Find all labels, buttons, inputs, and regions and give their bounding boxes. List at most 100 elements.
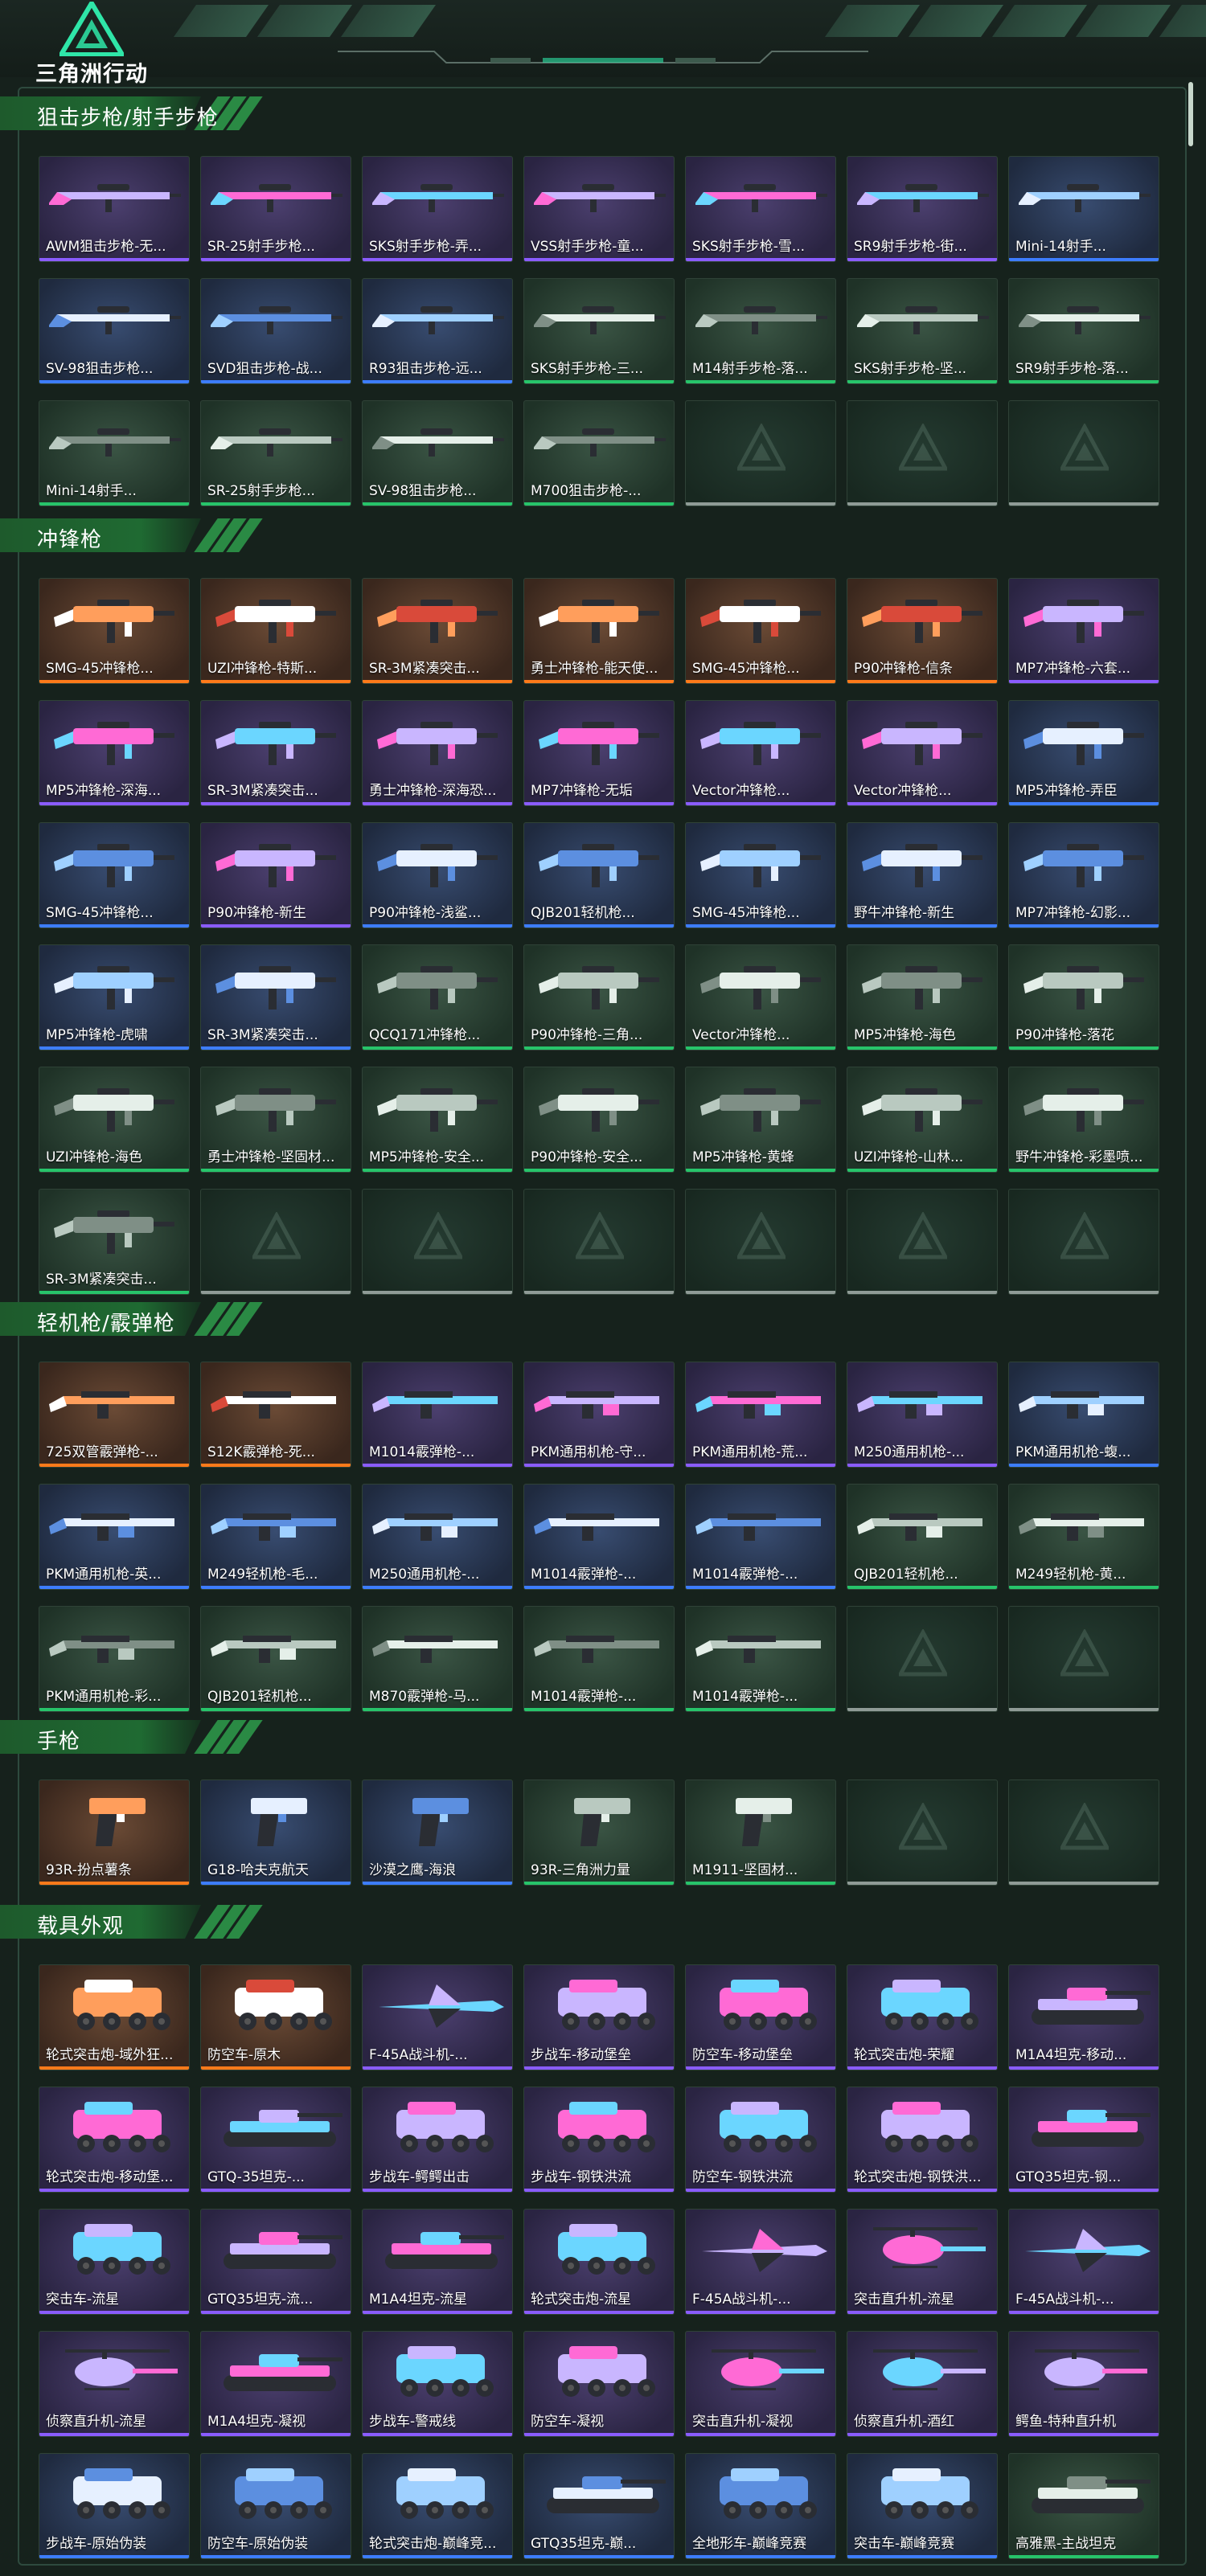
scrollbar[interactable] (1187, 80, 1195, 2564)
skin-card[interactable]: 突击车-流星 (39, 2209, 190, 2315)
skin-card[interactable]: M249轻机枪-毛... (200, 1484, 351, 1590)
skin-card[interactable]: M1A4坦克-移动... (1008, 1964, 1159, 2070)
skin-card[interactable]: 轮式突击炮-移动堡... (39, 2087, 190, 2193)
skin-card[interactable]: 高雅黑-主战坦克 (1008, 2453, 1159, 2559)
skin-card[interactable]: PKM通用机枪-蝮... (1008, 1362, 1159, 1468)
skin-card[interactable]: 轮式突击炮-流星 (523, 2209, 675, 2315)
skin-card[interactable]: F-45A战斗机-... (1008, 2209, 1159, 2315)
skin-card[interactable]: M1014霰弹枪-... (523, 1606, 675, 1712)
skin-card[interactable]: 突击车-巅峰竞赛 (847, 2453, 998, 2559)
skin-card[interactable]: SR9射手步枪-街... (847, 156, 998, 262)
skin-card[interactable]: MP7冲锋枪-幻影... (1008, 822, 1159, 928)
skin-card[interactable]: 防空车-凝视 (523, 2331, 675, 2437)
skin-card[interactable]: MP7冲锋枪-六套... (1008, 578, 1159, 684)
skin-card[interactable]: R93狙击步枪-远... (362, 278, 513, 384)
scrollbar-thumb[interactable] (1188, 82, 1193, 146)
skin-card[interactable]: PKM通用机枪-英... (39, 1484, 190, 1590)
skin-card[interactable]: PKM通用机枪-彩... (39, 1606, 190, 1712)
skin-card[interactable]: 93R-扮点薯条 (39, 1779, 190, 1886)
skin-card[interactable]: SMG-45冲锋枪... (685, 578, 836, 684)
skin-card[interactable]: 勇士冲锋枪-能天使... (523, 578, 675, 684)
skin-card[interactable]: 鳄鱼-特种直升机 (1008, 2331, 1159, 2437)
skin-card[interactable]: 全地形车-巅峰竞赛 (685, 2453, 836, 2559)
skin-card[interactable]: SR-3M紧凑突击... (200, 700, 351, 806)
skin-card[interactable]: P90冲锋枪-新生 (200, 822, 351, 928)
skin-card[interactable]: 93R-三角洲力量 (523, 1779, 675, 1886)
skin-card[interactable]: M1014霰弹枪-... (685, 1484, 836, 1590)
skin-card[interactable]: SV-98狙击步枪... (362, 400, 513, 506)
skin-card[interactable]: 野牛冲锋枪-彩墨喷... (1008, 1067, 1159, 1173)
skin-card[interactable]: M870霰弹枪-马... (362, 1606, 513, 1712)
skin-card[interactable]: 步战车-警戒线 (362, 2331, 513, 2437)
skin-card[interactable]: M700狙击步枪-... (523, 400, 675, 506)
skin-card[interactable]: 防空车-移动堡垒 (685, 1964, 836, 2070)
skin-card[interactable]: S12K霰弹枪-死... (200, 1362, 351, 1468)
skin-card[interactable]: SKS射手步枪-雪... (685, 156, 836, 262)
skin-card[interactable]: 侦察直升机-酒红 (847, 2331, 998, 2437)
skin-card[interactable]: VSS射手步枪-童... (523, 156, 675, 262)
skin-card[interactable]: SKS射手步枪-弄... (362, 156, 513, 262)
skin-card[interactable]: 轮式突击炮-荣耀 (847, 1964, 998, 2070)
skin-card[interactable]: GTQ-35坦克-... (200, 2087, 351, 2193)
skin-card[interactable]: 野牛冲锋枪-新生 (847, 822, 998, 928)
skin-card[interactable]: 勇士冲锋枪-深海恐... (362, 700, 513, 806)
skin-card[interactable]: SR-3M紧凑突击... (39, 1189, 190, 1295)
skin-card[interactable]: M1014霰弹枪-... (523, 1484, 675, 1590)
skin-card[interactable]: P90冲锋枪-浅鲨... (362, 822, 513, 928)
skin-card[interactable]: SV-98狙击步枪... (39, 278, 190, 384)
skin-card[interactable]: G18-哈夫克航天 (200, 1779, 351, 1886)
skin-card[interactable]: UZI冲锋枪-山林... (847, 1067, 998, 1173)
skin-card[interactable]: 侦察直升机-流星 (39, 2331, 190, 2437)
skin-card[interactable]: QJB201轻机枪... (847, 1484, 998, 1590)
skin-card[interactable]: AWM狙击步枪-无... (39, 156, 190, 262)
skin-card[interactable]: SR9射手步枪-落... (1008, 278, 1159, 384)
skin-card[interactable]: F-45A战斗机-... (685, 2209, 836, 2315)
skin-card[interactable]: P90冲锋枪-落花 (1008, 944, 1159, 1050)
skin-card[interactable]: 步战车-原始伪装 (39, 2453, 190, 2559)
skin-card[interactable]: M249轻机枪-黄... (1008, 1484, 1159, 1590)
skin-card[interactable]: QCQ171冲锋枪... (362, 944, 513, 1050)
skin-card[interactable]: Vector冲锋枪... (685, 944, 836, 1050)
skin-card[interactable]: 沙漠之鹰-海浪 (362, 1779, 513, 1886)
skin-card[interactable]: PKM通用机枪-守... (523, 1362, 675, 1468)
skin-card[interactable]: Vector冲锋枪... (685, 700, 836, 806)
skin-card[interactable]: Mini-14射手... (39, 400, 190, 506)
skin-card[interactable]: M1A4坦克-凝视 (200, 2331, 351, 2437)
skin-card[interactable]: P90冲锋枪-信条 (847, 578, 998, 684)
skin-card[interactable]: 突击直升机-流星 (847, 2209, 998, 2315)
skin-card[interactable]: F-45A战斗机-... (362, 1964, 513, 2070)
skin-card[interactable]: 防空车-原木 (200, 1964, 351, 2070)
skin-card[interactable]: SR-25射手步枪... (200, 156, 351, 262)
skin-card[interactable]: MP5冲锋枪-深海... (39, 700, 190, 806)
skin-card[interactable]: 勇士冲锋枪-坚固材... (200, 1067, 351, 1173)
skin-card[interactable]: M1911-坚固材... (685, 1779, 836, 1886)
skin-card[interactable]: SVD狙击步枪-战... (200, 278, 351, 384)
skin-card[interactable]: 步战车-移动堡垒 (523, 1964, 675, 2070)
skin-card[interactable]: M14射手步枪-落... (685, 278, 836, 384)
skin-card[interactable]: 轮式突击炮-钢铁洪... (847, 2087, 998, 2193)
skin-card[interactable]: M250通用机枪-... (362, 1484, 513, 1590)
skin-card[interactable]: M250通用机枪-... (847, 1362, 998, 1468)
skin-card[interactable]: 725双管霰弹枪-... (39, 1362, 190, 1468)
skin-card[interactable]: P90冲锋枪-安全... (523, 1067, 675, 1173)
skin-card[interactable]: SMG-45冲锋枪... (39, 578, 190, 684)
skin-card[interactable]: UZI冲锋枪-特斯... (200, 578, 351, 684)
skin-card[interactable]: QJB201轻机枪... (200, 1606, 351, 1712)
skin-card[interactable]: MP7冲锋枪-无垢 (523, 700, 675, 806)
skin-card[interactable]: SR-3M紧凑突击... (200, 944, 351, 1050)
skin-card[interactable]: SMG-45冲锋枪... (685, 822, 836, 928)
skin-card[interactable]: SMG-45冲锋枪... (39, 822, 190, 928)
skin-card[interactable]: SR-3M紧凑突击... (362, 578, 513, 684)
skin-card[interactable]: 轮式突击炮-域外狂... (39, 1964, 190, 2070)
skin-card[interactable]: M1014霰弹枪-... (685, 1606, 836, 1712)
skin-card[interactable]: MP5冲锋枪-安全... (362, 1067, 513, 1173)
skin-card[interactable]: P90冲锋枪-三角... (523, 944, 675, 1050)
skin-card[interactable]: M1A4坦克-流星 (362, 2209, 513, 2315)
skin-card[interactable]: SR-25射手步枪... (200, 400, 351, 506)
skin-card[interactable]: MP5冲锋枪-虎啸 (39, 944, 190, 1050)
skin-card[interactable]: UZI冲锋枪-海色 (39, 1067, 190, 1173)
skin-card[interactable]: 步战车-钢铁洪流 (523, 2087, 675, 2193)
skin-card[interactable]: 突击直升机-凝视 (685, 2331, 836, 2437)
skin-card[interactable]: GTQ35坦克-流... (200, 2209, 351, 2315)
skin-card[interactable]: M1014霰弹枪-... (362, 1362, 513, 1468)
